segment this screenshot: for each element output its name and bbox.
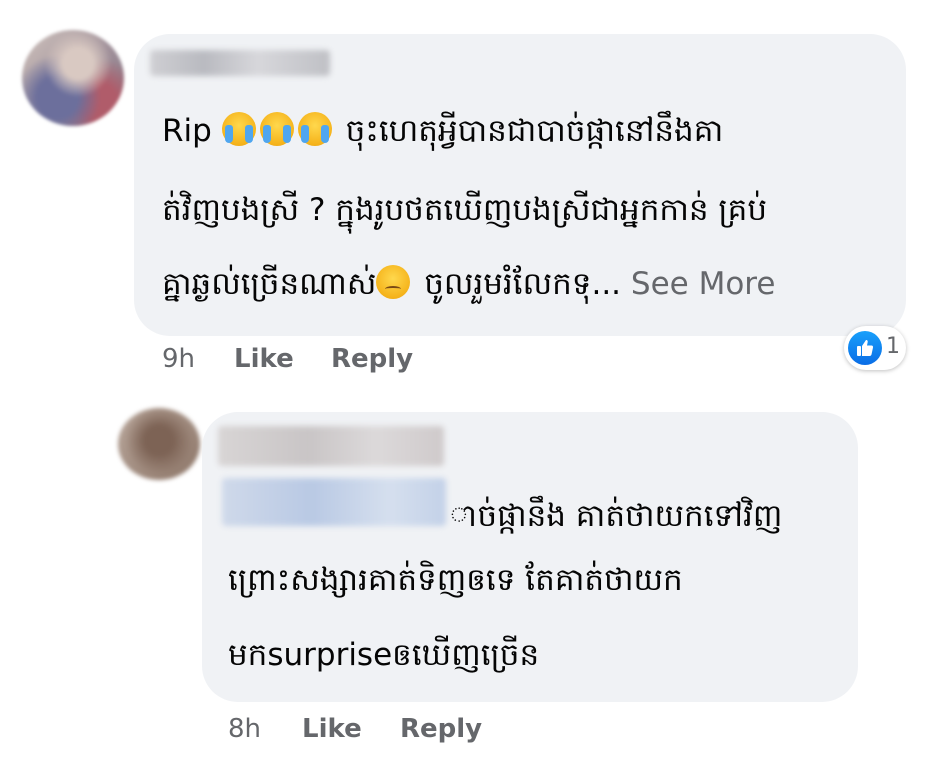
reply-timestamp[interactable]: 8h	[228, 714, 261, 744]
like-thumb-icon	[848, 331, 882, 365]
comment-text-segment: ចុះហេតុអ្វីបានជាបាច់ផ្កានៅនឹងគា	[345, 113, 724, 149]
comment-text-segment: គ្នាឆ្ងល់ច្រើនណាស់	[162, 266, 377, 302]
reply-text-line: ាច់ផ្កានឹង គាត់ថាយកទៅវិញ	[450, 498, 783, 534]
loudly-crying-face-icon	[297, 112, 332, 146]
comment-timestamp[interactable]: 9h	[162, 344, 195, 374]
reply-commenter-name-blurred[interactable]	[218, 426, 444, 466]
loudly-crying-face-icon	[221, 112, 256, 146]
pensive-face-icon	[376, 265, 411, 299]
comment-text-line: គ្នាឆ្ងល់ច្រើនណាស់ ចូលរួមរំលែកទុ... See …	[162, 255, 775, 313]
comment-text-line: ត់វិញបងស្រី ? ក្នុងរូបថតឃើញបងស្រីជាអ្នកក…	[162, 192, 768, 228]
comment-text-rip: Rip	[162, 113, 212, 149]
comment-text-line: Rip ចុះហេតុអ្វីបានជាបាច់ផ្កានៅនឹងគា	[162, 102, 723, 160]
commenter-avatar[interactable]	[22, 30, 124, 126]
mention-tag-blurred[interactable]	[222, 478, 446, 526]
reaction-summary[interactable]: 1	[844, 326, 906, 370]
comment-text-segment: ចូលរួមរំលែកទុ...	[424, 266, 622, 302]
reaction-count: 1	[886, 334, 900, 359]
commenter-name-blurred[interactable]	[150, 50, 330, 76]
like-button[interactable]: Like	[302, 714, 362, 744]
reply-button[interactable]: Reply	[331, 344, 413, 374]
reply-text-line: ព្រោះសង្សារគាត់ទិញឲទេ តែគាត់ថាយក	[228, 562, 683, 598]
reply-commenter-avatar[interactable]	[118, 408, 200, 480]
like-button[interactable]: Like	[234, 344, 294, 374]
see-more-link[interactable]: See More	[631, 266, 776, 302]
reply-button[interactable]: Reply	[400, 714, 482, 744]
reply-text-line: មកsurpriseឲឃើញច្រើន	[228, 637, 540, 673]
loudly-crying-face-icon	[259, 112, 294, 146]
